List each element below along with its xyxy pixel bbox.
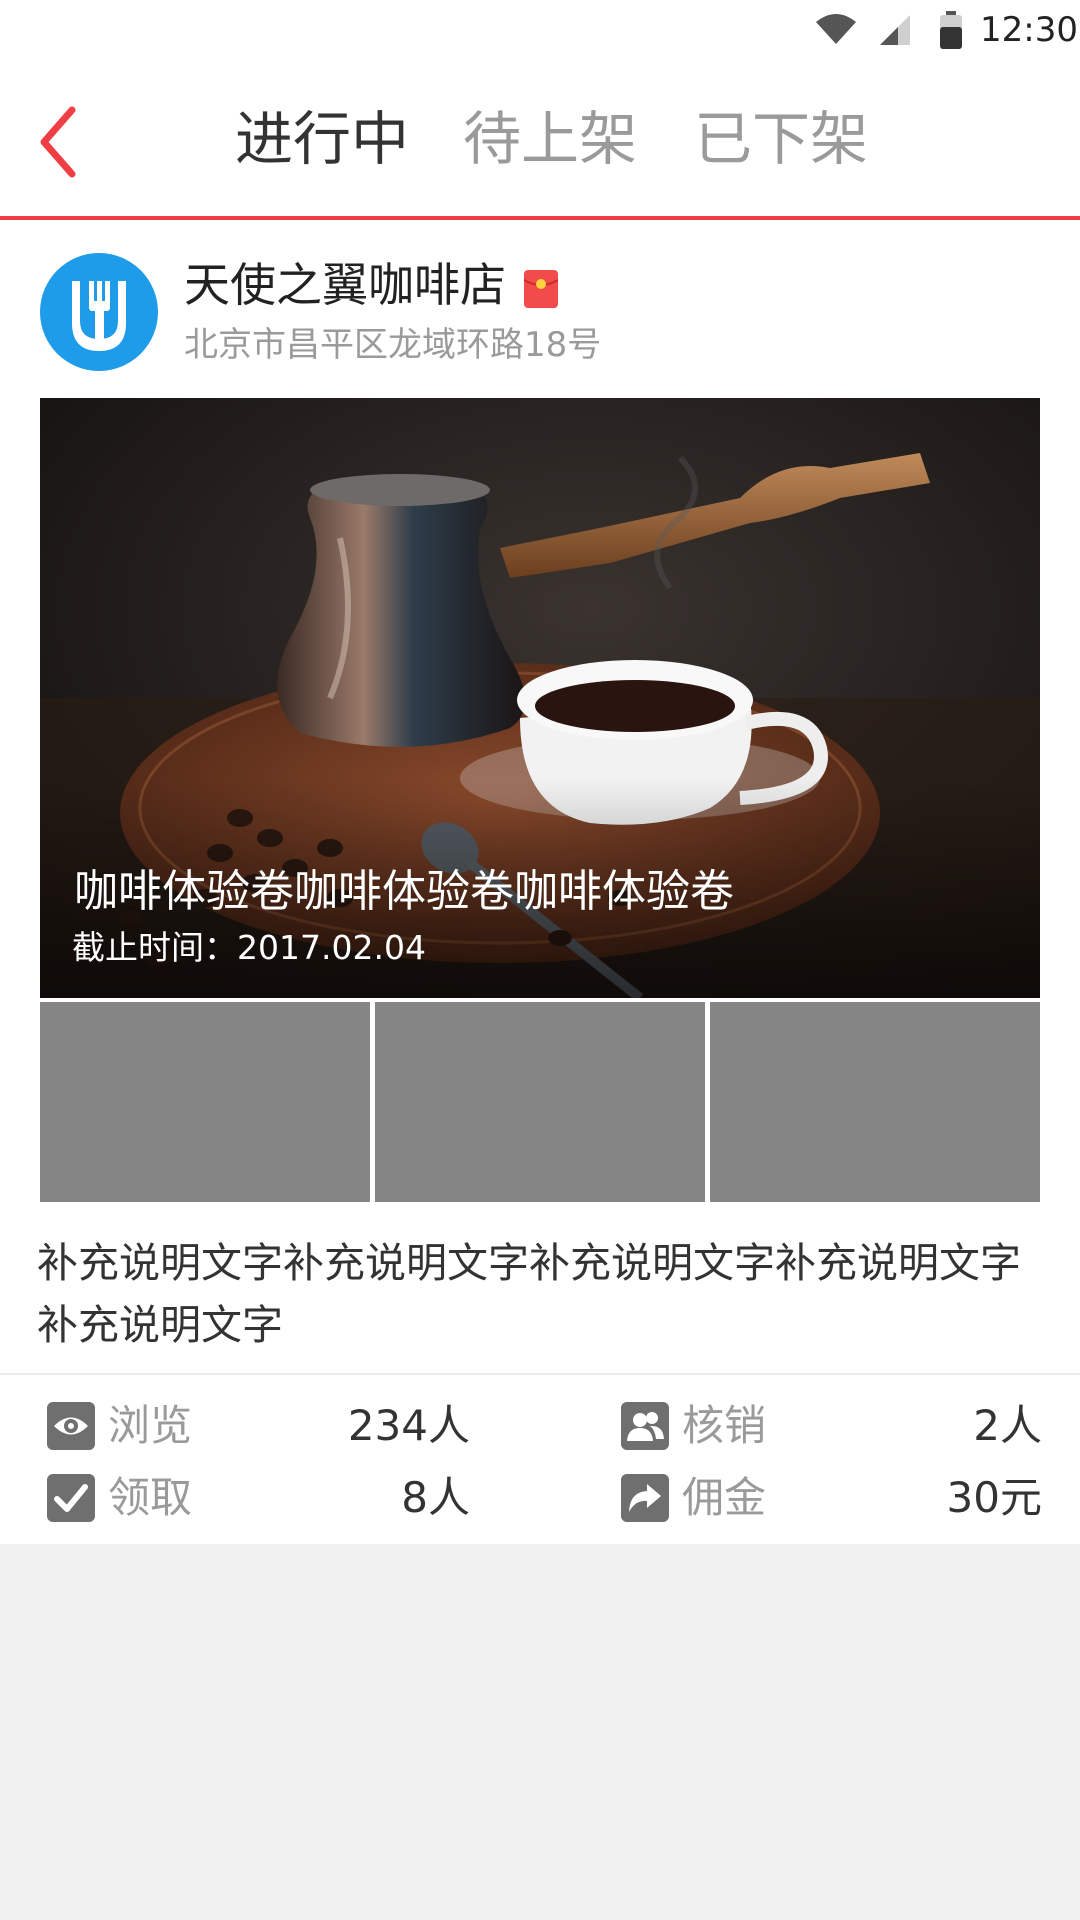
signal-icon [880, 15, 910, 45]
checkbox-icon [47, 1474, 95, 1522]
coupon-card[interactable]: 天使之翼咖啡店 北京市昌平区龙域环路18号 咖啡体验卷咖啡体验卷咖啡体验卷 截止… [0, 220, 1080, 1544]
stat-label: 佣金 [682, 1473, 767, 1522]
coupon-deadline: 截止时间：2017.02.04 [72, 928, 426, 967]
stat-value: 30元 [946, 1473, 1042, 1522]
red-packet-icon [524, 270, 558, 308]
stat-value: 2人 [973, 1401, 1042, 1450]
stat-commission: 佣金 30元 [620, 1472, 1042, 1524]
thumbnail-image[interactable] [710, 1002, 1040, 1202]
shop-address: 北京市昌平区龙域环路18号 [184, 325, 602, 365]
divider [0, 1373, 1080, 1375]
chevron-left-icon [40, 106, 76, 178]
coupon-title: 咖啡体验卷咖啡体验卷咖啡体验卷 [74, 866, 734, 917]
stat-label: 核销 [682, 1401, 767, 1450]
back-button[interactable] [36, 102, 86, 182]
stat-value: 8人 [401, 1473, 470, 1522]
tab-in-progress[interactable]: 进行中 [235, 104, 409, 174]
wifi-icon [816, 14, 856, 44]
shop-name: 天使之翼咖啡店 [184, 258, 506, 312]
thumbnail-gallery [40, 1002, 1040, 1202]
thumbnail-image[interactable] [40, 1002, 370, 1202]
description-text: 补充说明文字补充说明文字补充说明文字补充说明文字补充说明文字 [37, 1239, 1021, 1349]
fork-shield-icon [72, 281, 126, 351]
eye-icon [47, 1402, 95, 1450]
tab-pending[interactable]: 待上架 [463, 104, 637, 174]
stat-label: 领取 [108, 1473, 193, 1522]
status-bar: 12:30 [0, 0, 1080, 62]
status-time: 12:30 [980, 10, 1078, 50]
stat-value: 234人 [347, 1401, 470, 1450]
stat-claims: 领取 8人 [46, 1472, 470, 1524]
avatar[interactable] [40, 253, 158, 371]
battery-icon [940, 11, 962, 49]
coupon-hero-image[interactable]: 咖啡体验卷咖啡体验卷咖啡体验卷 截止时间：2017.02.04 [40, 398, 1040, 998]
stat-redeemed: 核销 2人 [620, 1400, 1042, 1452]
users-icon [621, 1402, 669, 1450]
header: 进行中 待上架 已下架 [0, 62, 1080, 216]
tab-removed[interactable]: 已下架 [694, 104, 868, 174]
share-arrow-icon [621, 1474, 669, 1522]
stat-label: 浏览 [108, 1401, 193, 1450]
thumbnail-image[interactable] [375, 1002, 705, 1202]
stat-views: 浏览 234人 [46, 1400, 470, 1452]
